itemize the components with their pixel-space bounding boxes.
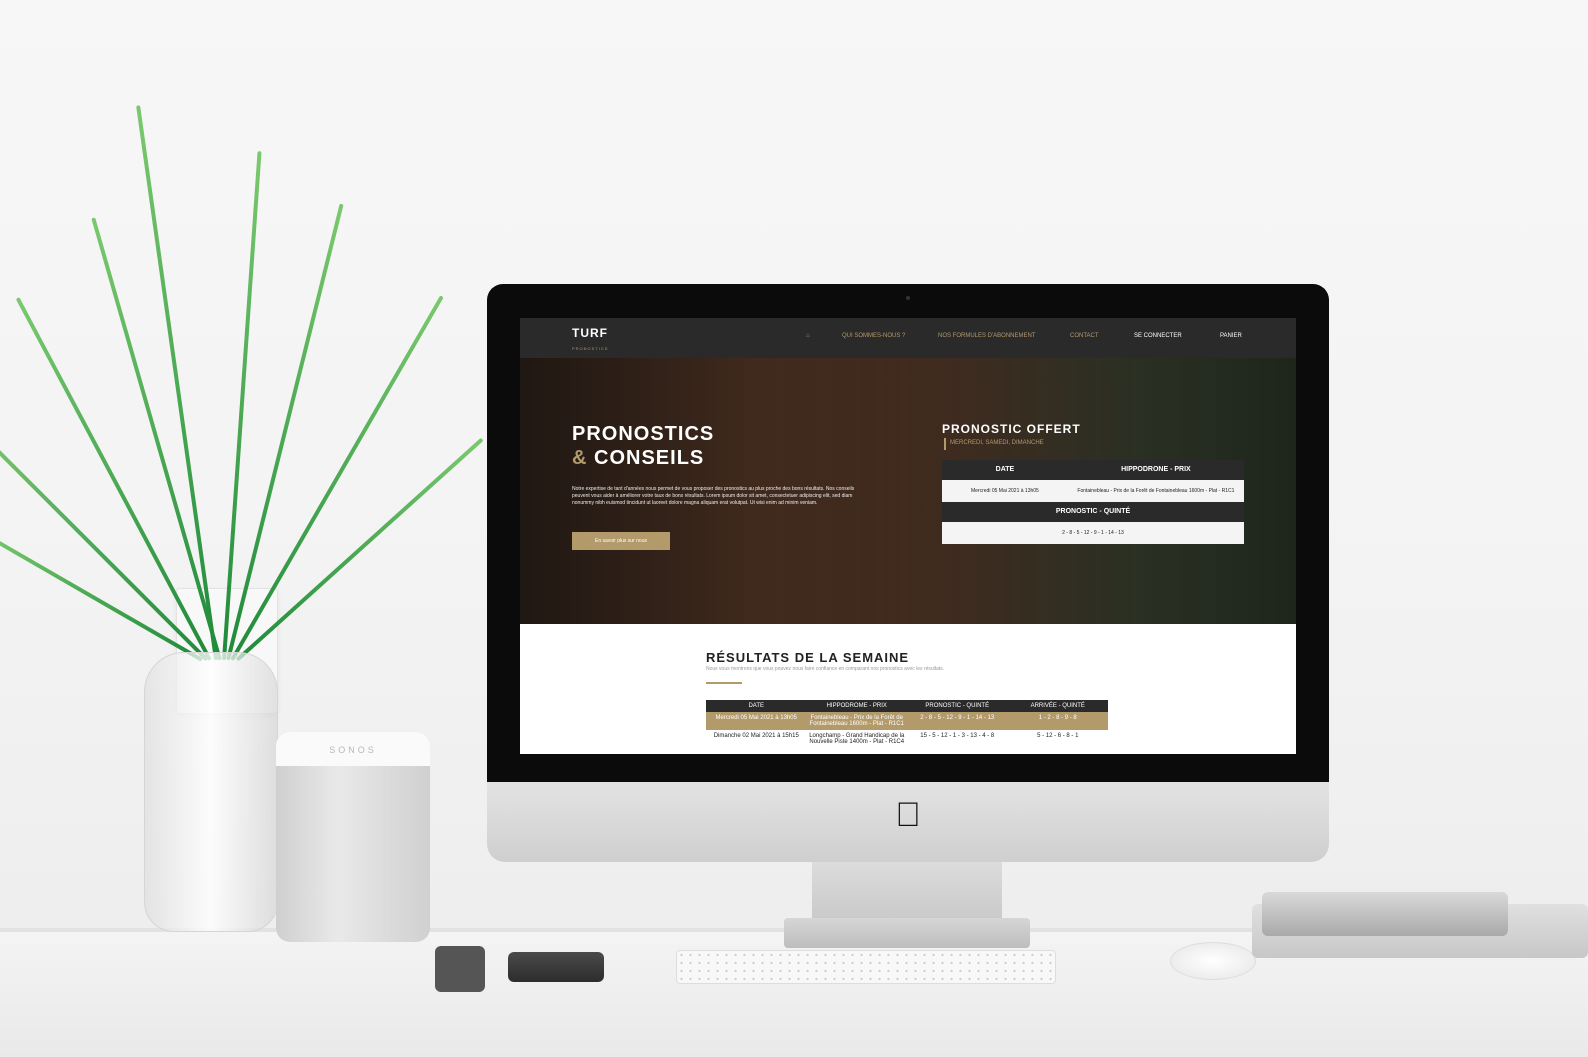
results-accent [706, 682, 742, 684]
keyboard [676, 950, 1056, 984]
nav-formules[interactable]: NOS FORMULES D'ABONNEMENT [938, 333, 1036, 339]
table-row: Mercredi 05 Mai 2021 à 13h05 Fontaineble… [706, 712, 1108, 730]
cell-pronostic: 15 - 5 - 12 - 1 - 3 - 13 - 4 - 8 [907, 730, 1008, 748]
smartphone [508, 952, 604, 982]
tablet [1262, 892, 1508, 936]
offert-title: PRONOSTIC OFFERT [942, 422, 1081, 436]
nav-se-connecter[interactable]: SE CONNECTER [1134, 333, 1182, 339]
nav-qui-sommes-nous[interactable]: QUI SOMMES-NOUS ? [842, 333, 905, 339]
results-table: DATE HIPPODROME - PRIX PRONOSTIC - QUINT… [706, 700, 1108, 748]
header-pronostic: PRONOSTIC - QUINTÉ [907, 700, 1008, 712]
site-nav: TURF PRONOSTICS ⌂ QUI SOMMES-NOUS ? NOS … [520, 318, 1296, 358]
mouse [1170, 942, 1256, 980]
monitor-screen: TURF PRONOSTICS ⌂ QUI SOMMES-NOUS ? NOS … [520, 318, 1296, 754]
offert-table: DATE HIPPODRONE - PRIX Mercredi 05 Mai 2… [942, 460, 1244, 544]
header-arrivee: ARRIVÉE - QUINTÉ [1007, 700, 1108, 712]
nav-panier[interactable]: PANIER [1220, 333, 1242, 339]
cell-date: Dimanche 02 Mai 2021 à 15h15 [706, 730, 807, 748]
offert-col-date: DATE [995, 466, 1015, 473]
offert-date: Mercredi 05 Mai 2021 à 13h05 [971, 488, 1039, 494]
offert-quinte-label: PRONOSTIC - QUINTÉ [942, 502, 1244, 522]
results-subtitle: Nous vous montrons que vous pouvez nous … [706, 666, 945, 672]
glass-vase [144, 652, 278, 932]
cell-date: Mercredi 05 Mai 2021 à 13h05 [706, 712, 807, 730]
hero-title: PRONOSTICS & CONSEILS [572, 423, 715, 469]
results-title: RÉSULTATS DE LA SEMAINE [706, 650, 910, 665]
cell-arrivee: 5 - 12 - 6 - 8 - 1 [1007, 730, 1108, 748]
header-date: DATE [706, 700, 807, 712]
nav-contact[interactable]: CONTACT [1070, 333, 1099, 339]
offert-accent [944, 438, 946, 450]
offert-quinte: 2 - 8 - 5 - 12 - 9 - 1 - 14 - 13 [942, 522, 1244, 544]
table-header: DATE HIPPODROME - PRIX PRONOSTIC - QUINT… [706, 700, 1108, 712]
offert-col-hippo: HIPPODRONE - PRIX [1121, 466, 1191, 473]
table-row: Dimanche 02 Mai 2021 à 15h15 Longchamp -… [706, 730, 1108, 748]
cell-arrivee: 1 - 2 - 8 - 9 - 8 [1007, 712, 1108, 730]
home-icon[interactable]: ⌂ [806, 333, 810, 339]
monitor-stand [812, 862, 1002, 922]
speaker-brand: SONOS [329, 745, 377, 755]
hero-text: Notre expertise de tant d'années nous pe… [572, 486, 855, 506]
cell-pronostic: 2 - 8 - 5 - 12 - 9 - 1 - 14 - 13 [907, 712, 1008, 730]
cell-hippo: Longchamp - Grand Handicap de la Nouvell… [806, 730, 907, 748]
offert-subtitle: MERCREDI, SAMEDI, DIMANCHE [950, 440, 1044, 446]
offert-hippo: Fontainebleau - Prix de la Forêt de Font… [1077, 488, 1235, 494]
hero-button[interactable]: En savoir plus sur nous [572, 532, 670, 550]
apple-logo-icon:  [893, 797, 923, 833]
header-hippo: HIPPODROME - PRIX [806, 700, 907, 712]
cell-hippo: Fontainebleau - Prix de la Forêt de Font… [806, 712, 907, 730]
plant [0, 0, 484, 662]
site-logo-sub: PRONOSTICS [572, 346, 609, 351]
site-logo[interactable]: TURF [572, 326, 608, 340]
smartwatch [435, 946, 485, 992]
monitor-foot [784, 918, 1030, 948]
webcam [906, 296, 910, 300]
